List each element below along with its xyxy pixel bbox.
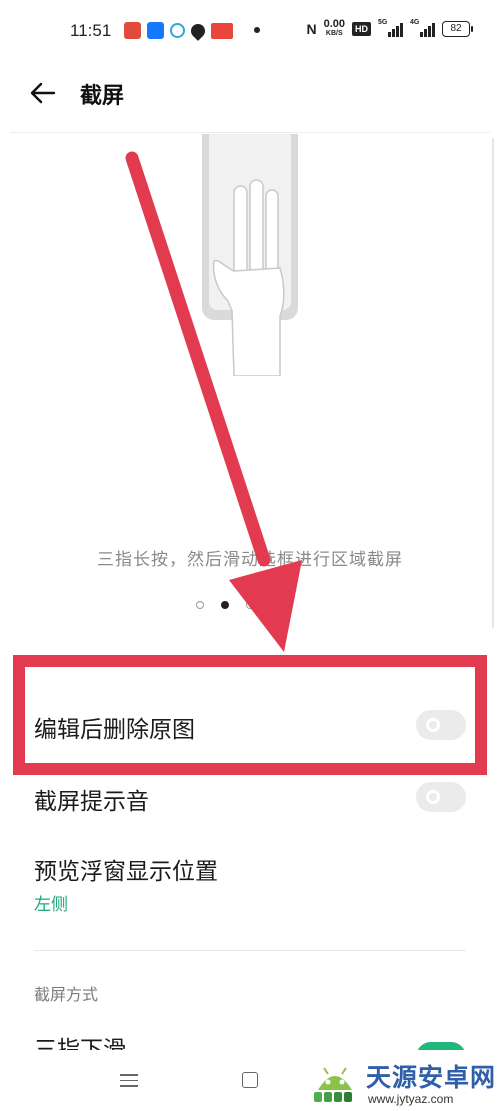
toggle-knob [426,718,440,732]
setting-label: 预览浮窗显示位置 [34,859,218,885]
status-time: 11:51 [70,21,112,40]
signal-5g-icon: 5G [378,19,403,37]
net-speed: 0.00 KB/S [323,18,345,38]
setting-label: 编辑后删除原图 [34,717,195,743]
hd-voice-icon: HD [352,22,371,36]
gesture-caption: 三指长按，然后滑动选框进行区域截屏 [97,550,403,570]
page-dot-active[interactable] [221,601,229,609]
arrow-left-icon [30,82,56,104]
ring-app-icon [170,23,185,38]
system-icons: N 0.00 KB/S HD 5G 4G 82 [306,18,473,38]
android-logo-icon [314,1067,352,1102]
menu-icon[interactable] [120,1070,140,1090]
back-button[interactable] [26,76,60,110]
setting-row-delete-original[interactable]: 编辑后删除原图 [0,690,500,760]
home-icon[interactable] [242,1072,258,1088]
section-divider [34,950,466,951]
header-divider [10,132,490,133]
notification-icons [124,20,233,41]
setting-row-preview-position[interactable]: 预览浮窗显示位置 左侧 [0,840,500,920]
net-speed-value: 0.00 [323,18,345,30]
signal-5g-tag: 5G [378,19,388,26]
setting-row-screenshot-sound[interactable]: 截屏提示音 [0,770,500,830]
net-speed-unit: KB/S [325,30,343,37]
page-dot[interactable] [271,601,279,609]
map-pin-icon [188,20,208,41]
status-bar: 11:51 N 0.00 KB/S HD 5G 4G 82 [0,0,500,62]
more-notifications-dot [254,27,260,33]
delete-original-toggle[interactable] [416,710,466,740]
app-header: 截屏 [0,62,500,124]
setting-label: 截屏提示音 [34,789,149,815]
toggle-knob [426,790,440,804]
signal-4g-icon: 4G [410,19,435,37]
page-indicator [196,601,279,609]
section-header: 截屏方式 [34,985,99,1004]
preview-position-value: 左侧 [34,895,68,915]
signal-4g-tag: 4G [410,19,420,26]
three-finger-hand-icon [212,179,285,376]
watermark-name: 天源安卓网 [366,1063,497,1092]
scrollbar [492,138,494,628]
page-title: 截屏 [80,84,125,109]
red-app-icon [211,22,233,39]
nfc-icon: N [306,21,317,37]
battery-icon: 82 [442,21,473,37]
alipay-icon [147,22,164,39]
page-dot[interactable] [196,601,204,609]
site-watermark: 天源安卓网 www.jytyaz.com [310,1058,496,1108]
screenshot-sound-toggle[interactable] [416,782,466,812]
page-dot[interactable] [246,601,254,609]
watermark-url: www.jytyaz.com [368,1092,454,1106]
baidu-icon [124,22,141,39]
